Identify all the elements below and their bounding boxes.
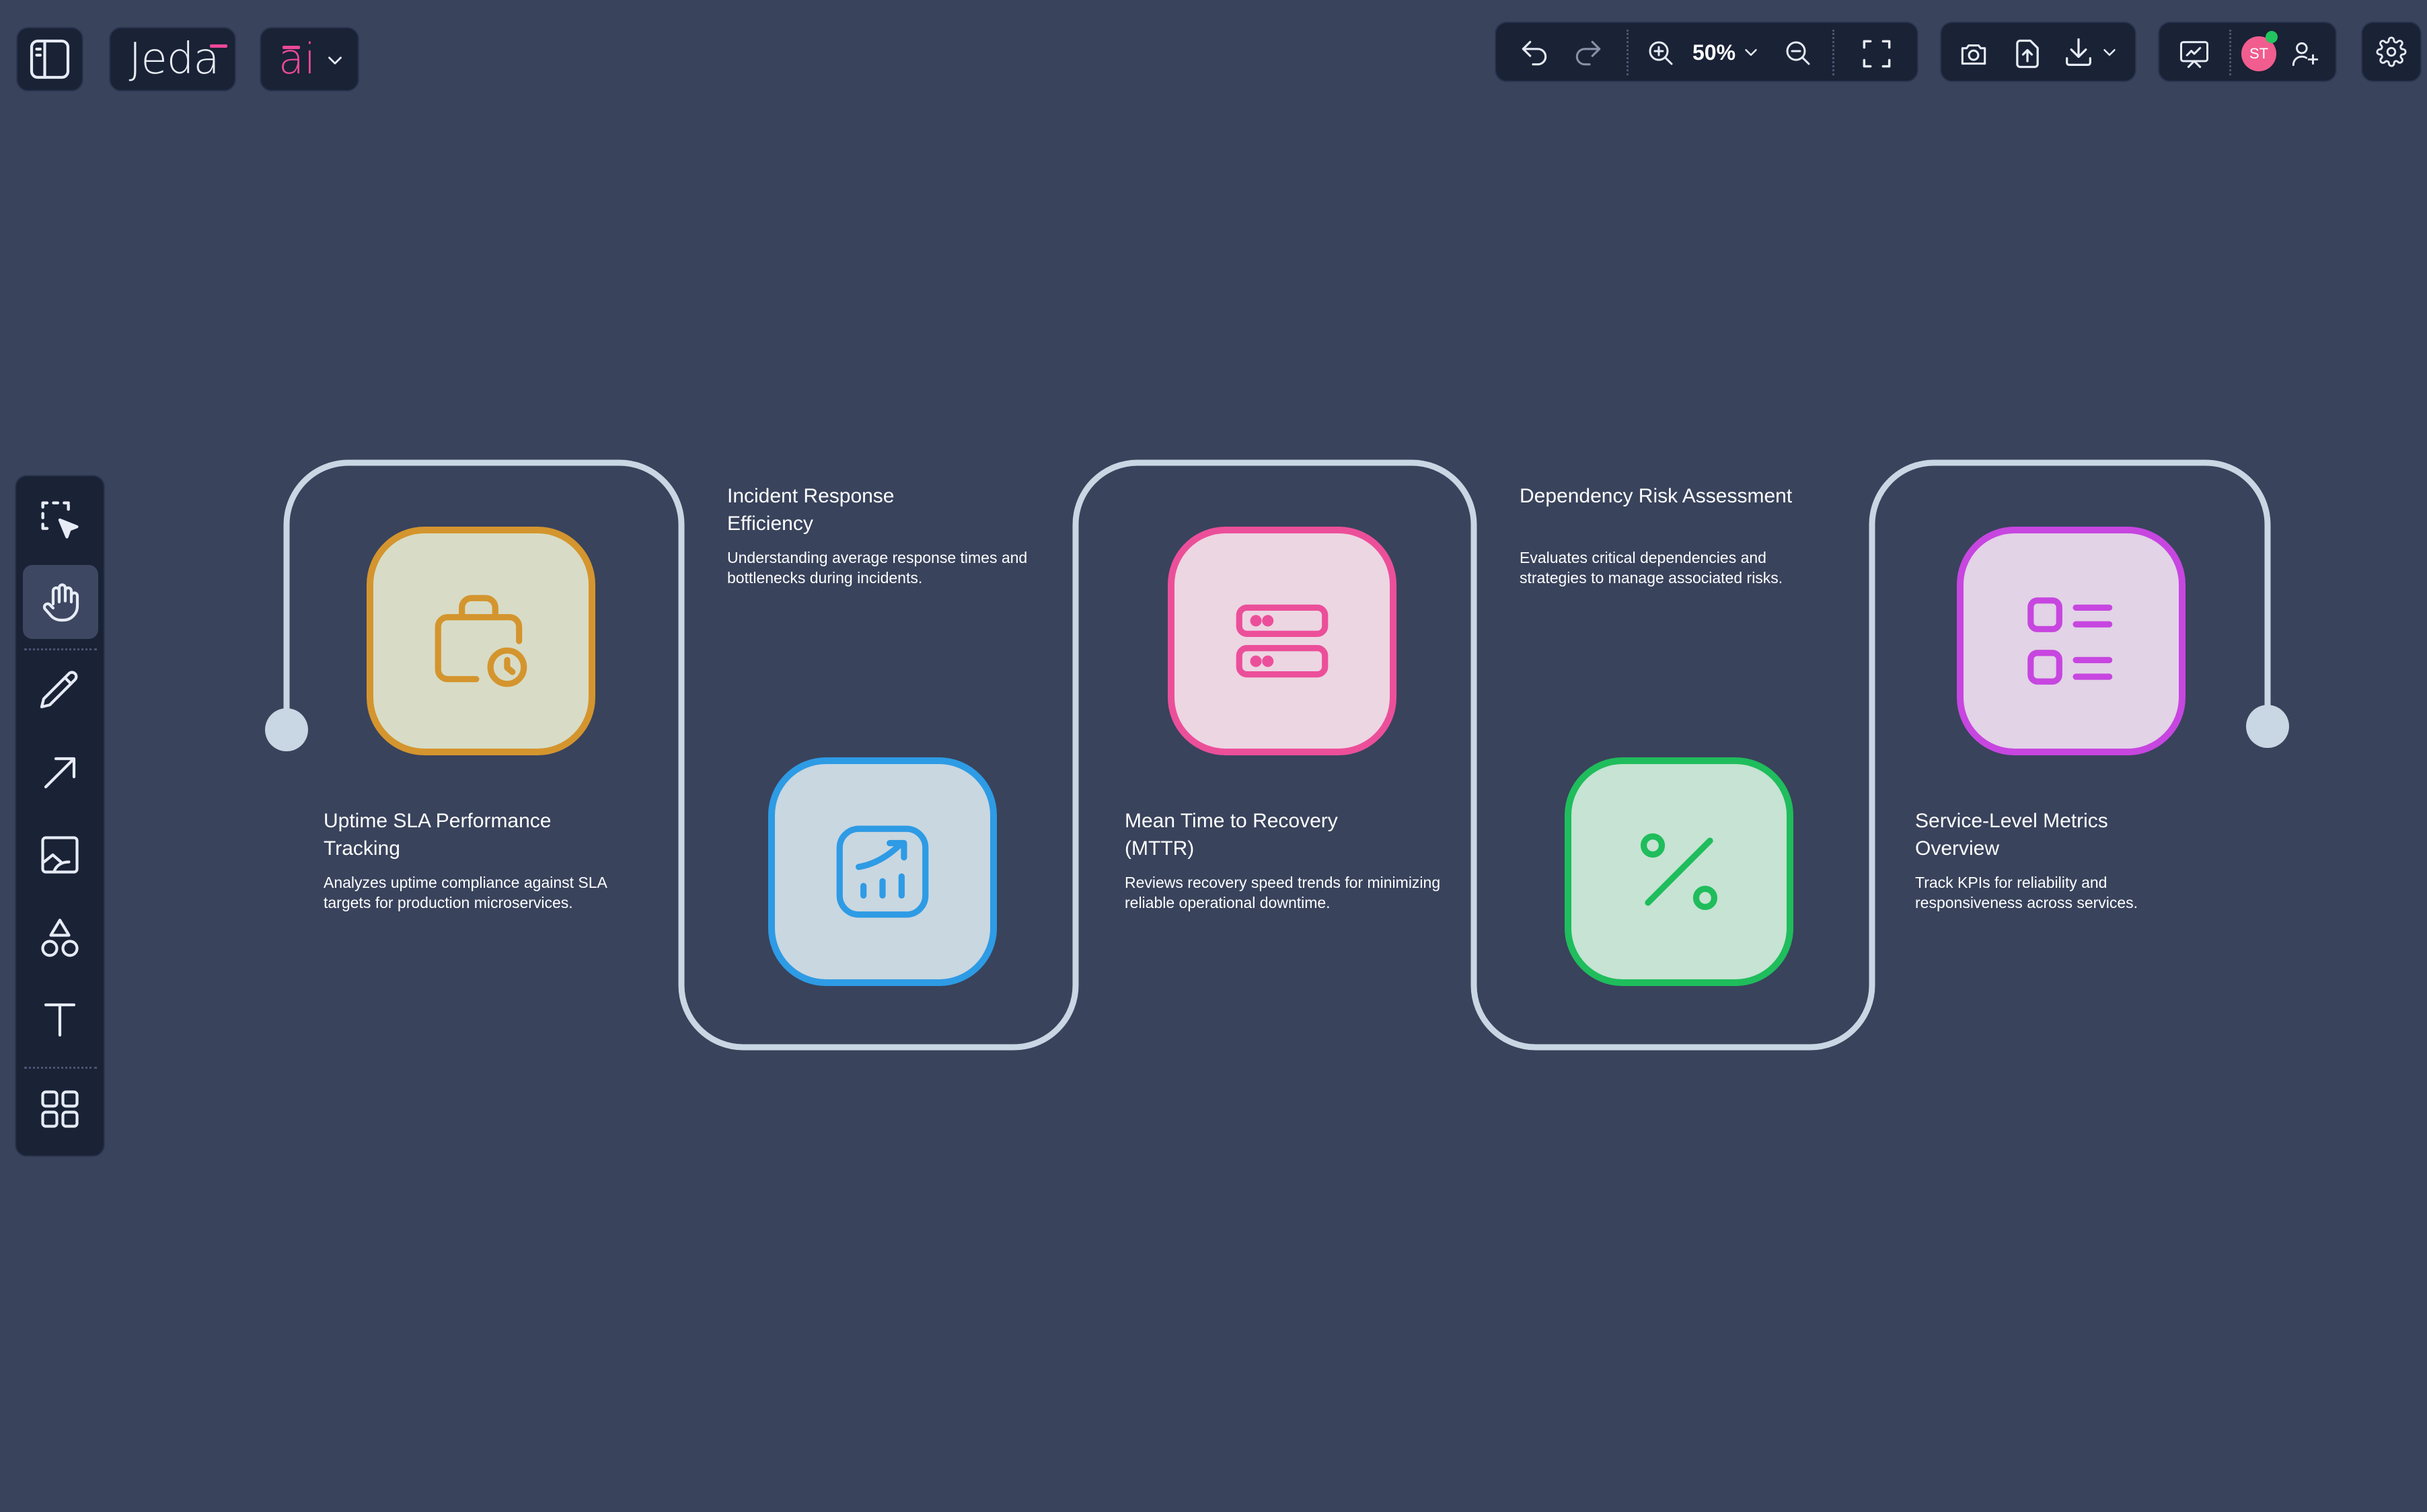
tool-rail xyxy=(15,475,105,1157)
connector-path xyxy=(265,459,2289,1051)
redo-icon[interactable] xyxy=(1571,36,1605,70)
hand-tool-button[interactable] xyxy=(23,565,98,639)
ai-menu-button[interactable]: ai xyxy=(260,27,359,91)
step-4-title: Dependency Risk Assessment xyxy=(1520,485,1793,507)
chevron-down-icon xyxy=(2099,42,2120,63)
download-icon xyxy=(2061,35,2096,70)
connector-end-dot xyxy=(2246,705,2289,748)
hand-icon xyxy=(32,573,90,631)
download-dropdown[interactable] xyxy=(2061,34,2128,73)
briefcase-clock-icon xyxy=(424,584,538,698)
user-initials: ST xyxy=(2249,45,2269,62)
toolbar-separator xyxy=(1832,30,1834,75)
step-5-title: Service-Level Metrics Overview xyxy=(1915,810,2108,860)
toolbar-separator xyxy=(2229,30,2231,75)
image-icon[interactable] xyxy=(31,826,89,884)
present-icon[interactable] xyxy=(2175,35,2213,73)
chart-up-icon xyxy=(825,815,940,929)
settings-button[interactable] xyxy=(2361,22,2422,82)
camera-icon[interactable] xyxy=(1956,36,1991,71)
ai-badge-label: ai xyxy=(278,34,316,83)
undo-icon[interactable] xyxy=(1518,36,1551,70)
collaboration-toolbar: ST xyxy=(2158,22,2337,82)
logo-accent-bar xyxy=(210,44,227,48)
connector-start-dot xyxy=(265,708,308,751)
step-2-tile[interactable] xyxy=(768,757,997,986)
text-icon[interactable] xyxy=(31,990,89,1048)
sidebar-toggle-button[interactable] xyxy=(16,27,83,91)
step-4-tile[interactable] xyxy=(1565,757,1793,986)
server-icon xyxy=(1225,584,1339,698)
logo-text: Jeda xyxy=(118,34,229,85)
step-5-tile[interactable] xyxy=(1957,527,2186,755)
step-1-tile[interactable] xyxy=(367,527,595,755)
list-icon xyxy=(2014,584,2128,698)
diagram-canvas[interactable]: Uptime SLA Performance Tracking Analyzes… xyxy=(0,0,2427,1512)
step-2-title: Incident Response Efficiency xyxy=(727,485,895,535)
step-4-description: Evaluates critical dependencies and stra… xyxy=(1520,549,1783,587)
step-3-title: Mean Time to Recovery (MTTR) xyxy=(1125,810,1338,860)
tool-rail-separator xyxy=(24,1067,97,1069)
pen-icon[interactable] xyxy=(31,662,89,720)
logo-wordmark: Jeda xyxy=(128,34,219,84)
add-user-icon[interactable] xyxy=(2287,36,2322,71)
zoom-in-icon[interactable] xyxy=(1644,36,1678,70)
arrow-icon[interactable] xyxy=(31,744,89,802)
step-3-description: Reviews recovery speed trends for minimi… xyxy=(1125,874,1441,911)
chevron-down-icon xyxy=(1741,42,1761,63)
step-3-tile[interactable] xyxy=(1168,527,1396,755)
ai-accent-bar xyxy=(283,46,300,49)
step-1-description: Analyzes uptime compliance against SLA t… xyxy=(324,874,607,911)
history-zoom-toolbar: 50% xyxy=(1495,22,1918,82)
zoom-level-value: 50% xyxy=(1692,40,1736,65)
step-5-description: Track KPIs for reliability and responsiv… xyxy=(1915,874,2138,911)
sidebar-toggle-icon xyxy=(17,28,82,90)
shapes-icon[interactable] xyxy=(31,909,89,967)
select-icon[interactable] xyxy=(30,490,90,550)
toolbar-separator xyxy=(1627,30,1629,75)
percent-icon xyxy=(1622,815,1736,929)
step-2-description: Understanding average response times and… xyxy=(727,549,1028,587)
zoom-out-icon[interactable] xyxy=(1781,36,1815,70)
tool-rail-separator xyxy=(24,648,97,650)
zoom-level-dropdown[interactable]: 50% xyxy=(1692,34,1766,71)
gear-icon xyxy=(2374,34,2409,69)
chevron-down-icon xyxy=(323,48,347,73)
fit-screen-icon[interactable] xyxy=(1858,35,1896,73)
step-1-title: Uptime SLA Performance Tracking xyxy=(324,810,552,860)
export-toolbar xyxy=(1940,22,2136,82)
grid-icon[interactable] xyxy=(31,1080,89,1138)
app-logo[interactable]: Jeda xyxy=(109,27,236,91)
presence-dot xyxy=(2266,31,2278,43)
share-icon[interactable] xyxy=(2010,35,2045,73)
